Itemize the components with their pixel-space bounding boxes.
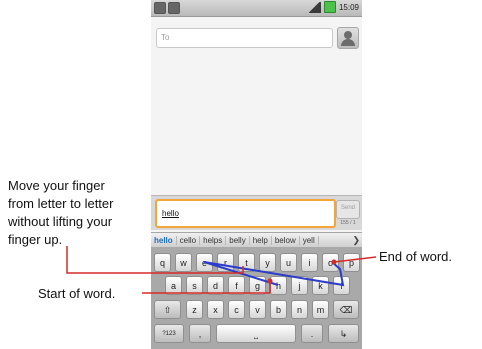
key-d[interactable]: d (207, 276, 224, 295)
recipient-field[interactable]: To (156, 28, 333, 48)
recipient-placeholder: To (161, 33, 170, 42)
key-h[interactable]: h (270, 276, 287, 295)
start-of-word-label: Start of word. (38, 286, 116, 301)
comma-key[interactable]: , (189, 324, 211, 343)
key-a[interactable]: a (165, 276, 182, 295)
notification-icon (168, 2, 180, 14)
keyboard: q w e r t y u i o p a s d f g h j k l ⇧ … (151, 247, 362, 349)
key-z[interactable]: z (186, 300, 203, 319)
battery-icon (323, 1, 336, 13)
suggestion-item[interactable]: cello (177, 235, 201, 245)
key-n[interactable]: n (291, 300, 308, 319)
key-g[interactable]: g (249, 276, 266, 295)
suggestion-item[interactable]: hello (151, 235, 177, 245)
instruction-line-3: without lifting your (8, 214, 113, 229)
instruction-line-2: from letter to letter (8, 196, 114, 211)
suggestion-strip: hello cello helps belly help below yell … (151, 232, 362, 248)
key-m[interactable]: m (312, 300, 329, 319)
compose-bar: hello Send 155 / 1 (151, 195, 362, 230)
notification-icons (154, 2, 180, 14)
key-b[interactable]: b (270, 300, 287, 319)
shift-key[interactable]: ⇧ (154, 300, 181, 319)
key-s[interactable]: s (186, 276, 203, 295)
suggestion-item[interactable]: below (272, 235, 300, 245)
key-o[interactable]: o (322, 253, 339, 272)
numbers-key[interactable]: ?123 (154, 324, 184, 343)
key-v[interactable]: v (249, 300, 266, 319)
instruction-line-1: Move your finger (8, 178, 105, 193)
send-button[interactable]: Send (336, 200, 360, 219)
signal-icon (308, 1, 321, 13)
key-e[interactable]: e (196, 253, 213, 272)
key-c[interactable]: c (228, 300, 245, 319)
send-label: Send (340, 205, 355, 211)
key-r[interactable]: r (217, 253, 234, 272)
message-field[interactable]: hello (155, 199, 336, 228)
add-contact-button[interactable] (337, 27, 359, 49)
key-f[interactable]: f (228, 276, 245, 295)
key-t[interactable]: t (238, 253, 255, 272)
suggestion-item[interactable]: yell (300, 235, 319, 245)
key-i[interactable]: i (301, 253, 318, 272)
enter-key[interactable]: ↳ (328, 324, 359, 343)
key-j[interactable]: j (291, 276, 308, 295)
phone-screen: 15:09 To hello Send 155 / 1 hello cello … (151, 0, 362, 349)
status-bar: 15:09 (151, 0, 362, 17)
key-p[interactable]: p (343, 253, 360, 272)
key-q[interactable]: q (154, 253, 171, 272)
usb-icon (154, 2, 166, 14)
suggestion-item[interactable]: belly (226, 235, 250, 245)
instruction-line-4: finger up. (8, 232, 63, 247)
more-suggestions-icon[interactable]: ❯ (350, 235, 362, 246)
key-w[interactable]: w (175, 253, 192, 272)
clock: 15:09 (338, 2, 359, 12)
key-k[interactable]: k (312, 276, 329, 295)
space-key[interactable]: ⎵ (216, 324, 296, 343)
key-u[interactable]: u (280, 253, 297, 272)
suggestion-item[interactable]: helps (200, 235, 227, 245)
person-icon-body (341, 39, 355, 46)
message-text: hello (162, 209, 179, 218)
end-of-word-label: End of word. (379, 249, 452, 264)
period-key[interactable]: . (301, 324, 323, 343)
key-l[interactable]: l (333, 276, 350, 295)
person-icon (344, 31, 352, 39)
backspace-key[interactable]: ⌫ (333, 300, 359, 319)
key-y[interactable]: y (259, 253, 276, 272)
status-indicators: 15:09 (308, 1, 359, 13)
suggestion-item[interactable]: help (250, 235, 272, 245)
character-counter: 155 / 1 (340, 220, 356, 226)
key-x[interactable]: x (207, 300, 224, 319)
